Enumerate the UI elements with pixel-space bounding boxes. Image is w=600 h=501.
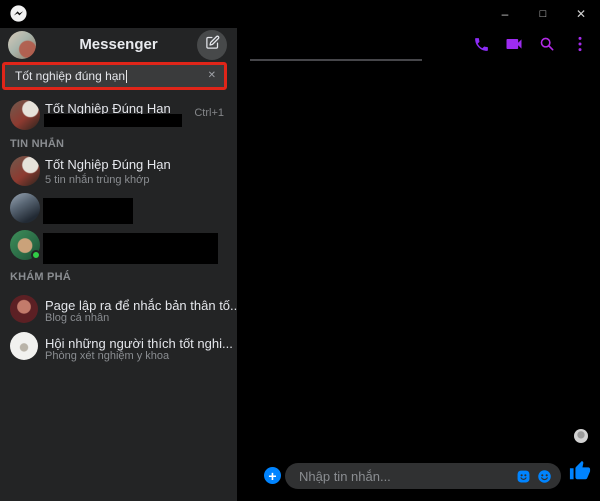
avatar bbox=[10, 332, 38, 360]
list-item[interactable]: Page lập ra để nhắc bản thân tố... Blog … bbox=[0, 293, 237, 327]
title-bar: – □ ✕ bbox=[0, 0, 600, 28]
redacted-text bbox=[43, 233, 218, 264]
page-category: Phòng xét nghiệm y khoa bbox=[45, 350, 169, 362]
video-call-icon[interactable] bbox=[504, 34, 524, 54]
online-status-dot bbox=[31, 250, 41, 260]
list-item[interactable]: Hội những người thích tốt nghi... Phòng … bbox=[0, 330, 237, 364]
emoji-icon[interactable] bbox=[537, 469, 552, 484]
page-name: Page lập ra để nhắc bản thân tố... bbox=[45, 298, 241, 313]
sidebar: Messenger Tốt nghiệp đúng hạn ✕ Tốt Nghi… bbox=[0, 28, 237, 501]
clear-search-icon[interactable]: ✕ bbox=[208, 71, 216, 81]
text-caret bbox=[126, 70, 127, 83]
list-item[interactable] bbox=[0, 192, 237, 228]
list-item[interactable] bbox=[0, 229, 237, 267]
redacted-chat-header bbox=[250, 59, 422, 61]
keyboard-shortcut: Ctrl+1 bbox=[194, 107, 224, 119]
user-avatar[interactable] bbox=[8, 31, 36, 59]
minimize-button[interactable]: – bbox=[486, 0, 524, 28]
page-category: Blog cá nhân bbox=[45, 312, 109, 324]
redacted-text bbox=[43, 198, 133, 224]
avatar bbox=[10, 156, 40, 186]
section-header-discover: KHÁM PHÁ bbox=[10, 271, 71, 283]
phone-icon[interactable] bbox=[471, 34, 491, 54]
avatar bbox=[10, 295, 38, 323]
avatar bbox=[10, 193, 40, 223]
compose-icon bbox=[205, 35, 220, 55]
search-icon[interactable] bbox=[537, 34, 557, 54]
messenger-logo-icon bbox=[10, 5, 27, 22]
search-value: Tốt nghiệp đúng hạn bbox=[15, 69, 125, 83]
more-options-icon[interactable] bbox=[570, 34, 590, 54]
conversation-name: Tốt Nghiệp Đúng Hạn bbox=[45, 157, 171, 172]
chat-pane: + Nhập tin nhắn... bbox=[237, 28, 600, 501]
close-button[interactable]: ✕ bbox=[562, 0, 600, 28]
thumbs-up-icon[interactable] bbox=[569, 460, 591, 482]
window-controls: – □ ✕ bbox=[486, 0, 600, 28]
redacted-text bbox=[44, 114, 182, 127]
search-input[interactable]: Tốt nghiệp đúng hạn ✕ bbox=[2, 62, 227, 90]
maximize-button[interactable]: □ bbox=[524, 0, 562, 28]
composer-icons bbox=[516, 469, 552, 484]
plus-icon[interactable]: + bbox=[264, 467, 281, 484]
conversation-subtitle: 5 tin nhắn trùng khớp bbox=[45, 174, 149, 186]
top-search-result[interactable]: Tốt Nghiệp Đúng Hạn Ctrl+1 bbox=[0, 98, 237, 132]
sidebar-header: Messenger bbox=[0, 28, 237, 62]
new-message-button[interactable] bbox=[197, 30, 227, 60]
sticker-icon[interactable] bbox=[516, 469, 531, 484]
list-item[interactable]: Tốt Nghiệp Đúng Hạn 5 tin nhắn trùng khớ… bbox=[0, 155, 237, 189]
avatar bbox=[10, 100, 40, 130]
chat-header-actions bbox=[471, 34, 590, 54]
section-header-messages: TIN NHẮN bbox=[10, 138, 64, 150]
message-input[interactable]: Nhập tin nhắn... bbox=[285, 463, 561, 489]
page-name: Hội những người thích tốt nghi... bbox=[45, 336, 233, 351]
seen-indicator-avatar bbox=[574, 429, 588, 443]
message-composer: + Nhập tin nhắn... bbox=[237, 459, 600, 495]
message-placeholder: Nhập tin nhắn... bbox=[299, 469, 516, 484]
